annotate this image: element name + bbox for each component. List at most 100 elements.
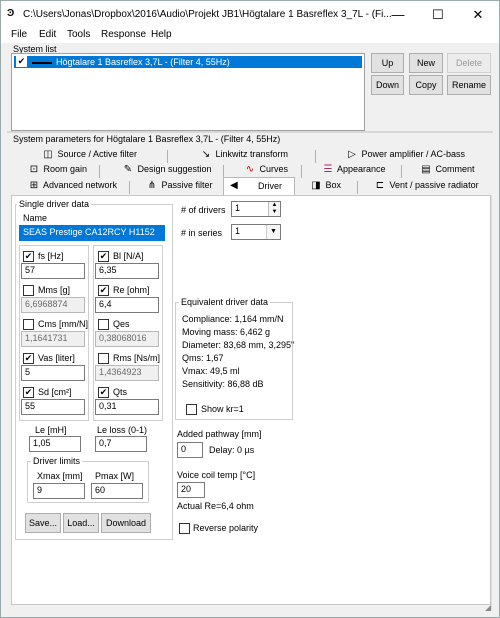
name-label: Name xyxy=(23,213,48,223)
bl-label: Bl [N/A] xyxy=(113,251,144,261)
tab-design-suggestion[interactable]: ✎ Design suggestion xyxy=(121,164,212,179)
rms-checkbox[interactable] xyxy=(98,353,109,364)
mms-checkbox[interactable] xyxy=(23,285,34,296)
pmax-input[interactable]: 60 xyxy=(91,483,143,499)
tab-label: Appearance xyxy=(337,164,386,174)
close-button[interactable]: ✕ xyxy=(461,1,495,29)
minimize-button[interactable]: — xyxy=(381,1,415,29)
sd-input[interactable]: 55 xyxy=(21,399,85,415)
le-label: Le [mH] xyxy=(35,425,67,435)
system-list-item-label: Högtalare 1 Basreflex 3,7L - (Filter 4, … xyxy=(56,57,230,67)
le-input[interactable]: 1,05 xyxy=(29,436,81,452)
tab-label: Linkwitz transform xyxy=(215,149,289,159)
main-window: Ͽ C:\Users\Jonas\Dropbox\2016\Audio\Proj… xyxy=(0,0,500,618)
menu-edit[interactable]: Edit xyxy=(39,29,56,40)
bl-checkbox[interactable]: ✔ xyxy=(98,251,109,262)
reverse-polarity-checkbox[interactable] xyxy=(179,523,190,534)
system-params-label: System parameters for Högtalare 1 Basref… xyxy=(13,134,281,144)
down-button[interactable]: Down xyxy=(371,75,404,95)
diameter-text: Diameter: 83,68 mm, 3,295" xyxy=(182,340,295,350)
new-button[interactable]: New xyxy=(409,53,443,73)
tab-label: Room gain xyxy=(43,164,88,174)
added-pathway-input[interactable]: 0 xyxy=(177,442,203,458)
tab-comment[interactable]: ▤ Comment xyxy=(419,164,475,179)
cms-checkbox[interactable] xyxy=(23,319,34,330)
tab-divider xyxy=(357,181,358,194)
menu-response[interactable]: Response xyxy=(101,29,146,40)
tab-advanced-network[interactable]: ⊞ Advanced network xyxy=(27,180,117,195)
splitter[interactable] xyxy=(7,131,493,133)
room-icon: ⊡ xyxy=(29,164,39,175)
tab-label: Box xyxy=(325,180,342,190)
tab-source-active-filter[interactable]: ◫ Source / Active filter xyxy=(41,149,137,164)
system-list[interactable]: ✔ Högtalare 1 Basreflex 3,7L - (Filter 4… xyxy=(11,53,365,131)
vertical-scrollbar[interactable] xyxy=(491,195,499,605)
num-drivers-spinner[interactable]: 1 ▲ ▼ xyxy=(231,201,281,217)
spinner-buttons[interactable]: ▲ ▼ xyxy=(268,202,280,216)
delete-button[interactable]: Delete xyxy=(447,53,491,73)
qes-input[interactable]: 0,38068016 xyxy=(95,331,159,347)
maximize-button[interactable]: ☐ xyxy=(421,1,455,29)
load-driver-button[interactable]: Load... xyxy=(63,513,99,533)
num-drivers-label: # of drivers xyxy=(181,205,226,215)
rms-input[interactable]: 1,4364923 xyxy=(95,365,159,381)
show-kr-checkbox[interactable] xyxy=(186,404,197,415)
bl-input[interactable]: 6,35 xyxy=(95,263,159,279)
driver-limits-label: Driver limits xyxy=(31,456,82,466)
pencil-icon: ✎ xyxy=(123,164,133,175)
tab-appearance[interactable]: ☰ Appearance xyxy=(321,164,386,179)
menu-tools[interactable]: Tools xyxy=(67,29,90,40)
copy-button[interactable]: Copy xyxy=(409,75,443,95)
equivalent-driver-label: Equivalent driver data xyxy=(179,297,271,307)
rename-button[interactable]: Rename xyxy=(447,75,491,95)
fs-checkbox[interactable]: ✔ xyxy=(23,251,34,262)
cms-input[interactable]: 1,1641731 xyxy=(21,331,85,347)
qts-checkbox[interactable]: ✔ xyxy=(98,387,109,398)
save-driver-button[interactable]: Save... xyxy=(25,513,61,533)
xmax-label: Xmax [mm] xyxy=(37,471,83,481)
tab-label: Comment xyxy=(435,164,475,174)
spin-up-icon[interactable]: ▲ xyxy=(269,202,280,209)
qts-input[interactable]: 0,31 xyxy=(95,399,159,415)
spin-down-icon[interactable]: ▼ xyxy=(269,209,280,216)
mms-input[interactable]: 6,6968874 xyxy=(21,297,85,313)
resize-grip-icon[interactable]: ◢ xyxy=(485,603,497,615)
mms-label: Mms [g] xyxy=(38,285,71,295)
download-driver-button[interactable]: Download xyxy=(101,513,151,533)
tab-box[interactable]: ◨ Box xyxy=(309,180,341,195)
tab-driver[interactable]: ◀ Driver xyxy=(223,177,295,196)
up-button[interactable]: Up xyxy=(371,53,404,73)
voice-coil-temp-input[interactable]: 20 xyxy=(177,482,205,498)
tab-room-gain[interactable]: ⊡ Room gain xyxy=(27,164,87,179)
line-style-icon xyxy=(32,62,52,64)
tab-divider xyxy=(315,150,316,163)
xmax-input[interactable]: 9 xyxy=(33,483,85,499)
system-list-item-checkbox[interactable]: ✔ xyxy=(16,56,27,67)
sd-checkbox[interactable]: ✔ xyxy=(23,387,34,398)
cms-label: Cms [mm/N] xyxy=(38,319,88,329)
vas-input[interactable]: 5 xyxy=(21,365,85,381)
tab-passive-filter[interactable]: ⋔ Passive filter xyxy=(145,180,213,195)
in-series-select[interactable]: 1 ▼ xyxy=(231,224,281,240)
qes-label: Qes xyxy=(113,319,130,329)
tab-label: Source / Active filter xyxy=(57,149,138,159)
system-list-item[interactable]: ✔ Högtalare 1 Basreflex 3,7L - (Filter 4… xyxy=(14,56,362,68)
tab-divider xyxy=(167,150,168,163)
qes-checkbox[interactable] xyxy=(98,319,109,330)
le-loss-input[interactable]: 0,7 xyxy=(95,436,147,452)
tab-label: Passive filter xyxy=(161,180,213,190)
app-icon[interactable]: Ͽ xyxy=(7,8,14,19)
fs-input[interactable]: 57 xyxy=(21,263,85,279)
tab-power-amplifier[interactable]: ▷ Power amplifier / AC-bass xyxy=(345,149,465,164)
menu-file[interactable]: File xyxy=(11,29,27,40)
menu-help[interactable]: Help xyxy=(151,29,172,40)
re-checkbox[interactable]: ✔ xyxy=(98,285,109,296)
in-series-value: 1 xyxy=(235,226,241,236)
chevron-down-icon[interactable]: ▼ xyxy=(266,225,280,239)
tab-vent-passive-radiator[interactable]: ⊏ Vent / passive radiator xyxy=(373,180,479,195)
re-input[interactable]: 6,4 xyxy=(95,297,159,313)
vas-checkbox[interactable]: ✔ xyxy=(23,353,34,364)
tab-divider xyxy=(301,165,302,178)
driver-name-input[interactable]: SEAS Prestige CA12RCY H1152 xyxy=(19,225,165,241)
tab-linkwitz-transform[interactable]: ↘ Linkwitz transform xyxy=(199,149,288,164)
